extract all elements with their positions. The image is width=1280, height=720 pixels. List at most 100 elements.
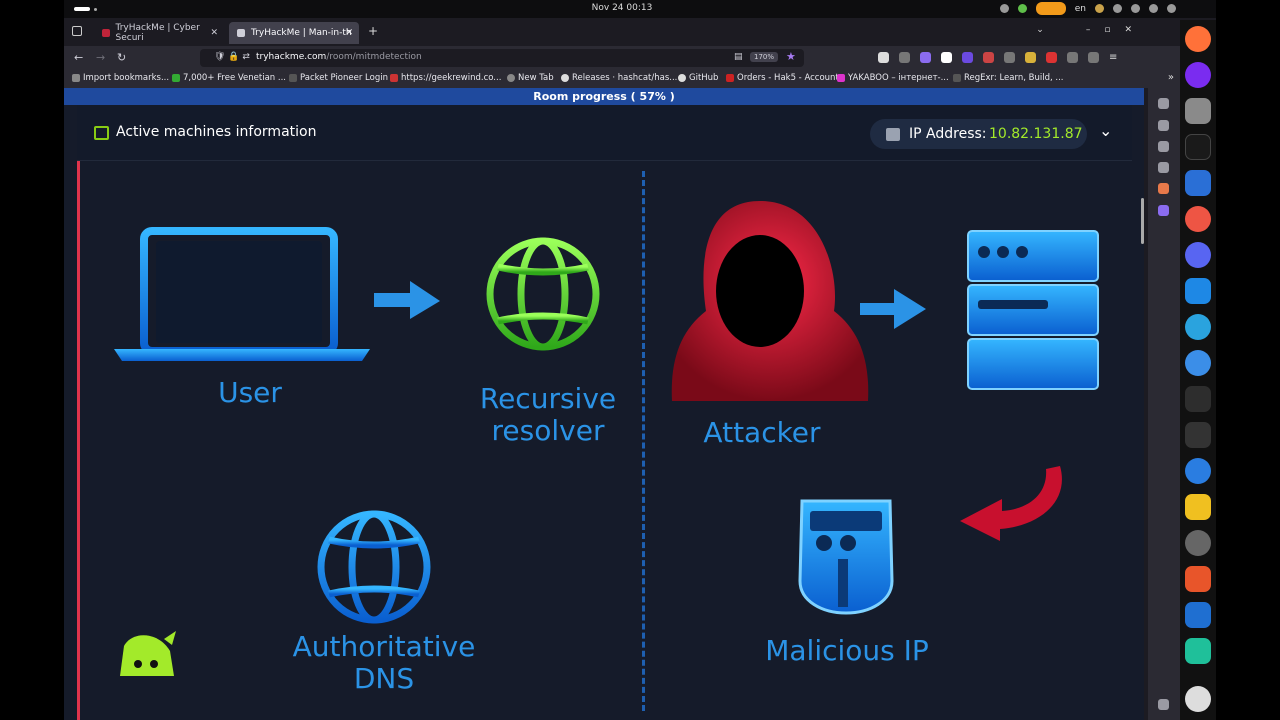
wireshark-icon[interactable] xyxy=(1185,602,1211,628)
shield-tray-icon[interactable] xyxy=(1017,4,1027,13)
globe-icon-green xyxy=(486,237,600,351)
telegram-icon[interactable] xyxy=(1185,314,1211,340)
label-user: User xyxy=(218,376,282,409)
bookmark-item[interactable]: RegExr: Learn, Build, ... xyxy=(953,73,1063,83)
chrome-tray-icon[interactable] xyxy=(999,4,1009,13)
minimize-icon[interactable]: – xyxy=(1086,25,1091,35)
bookmark-item[interactable]: https://geekrewind.co... xyxy=(390,73,501,83)
files-icon[interactable] xyxy=(1185,98,1211,124)
ip-address-pill[interactable]: IP Address: 10.82.131.87 xyxy=(870,119,1087,149)
chrome-icon[interactable] xyxy=(1185,206,1211,232)
globe-icon-blue xyxy=(317,510,431,624)
close-tab-icon[interactable]: ✕ xyxy=(345,28,353,38)
clock-app-icon[interactable] xyxy=(1185,530,1211,556)
tab-list-chevron-icon[interactable]: ⌄ xyxy=(1036,25,1044,35)
extension-dash-icon[interactable] xyxy=(1004,52,1015,63)
extension-red-icon[interactable] xyxy=(1046,52,1057,63)
sidebar-bookmarks-icon[interactable] xyxy=(1158,162,1169,173)
extension-gray-icon[interactable] xyxy=(1067,52,1078,63)
browser-sidebar xyxy=(1148,88,1180,720)
volume-icon[interactable] xyxy=(1149,4,1158,13)
sidebar-clock-icon[interactable] xyxy=(1158,141,1169,152)
url-text[interactable]: tryhackme.com/room/mitmdetection xyxy=(256,52,422,62)
address-bar[interactable]: 🛡 🔒 ⇄ tryhackme.com/room/mitmdetection ▤… xyxy=(200,49,804,67)
firefox-icon[interactable] xyxy=(1185,26,1211,52)
discord-icon[interactable] xyxy=(1185,242,1211,268)
chevron-down-icon[interactable]: ⌄ xyxy=(1099,121,1112,140)
zoom-level[interactable]: 170% xyxy=(750,52,779,62)
reload-icon[interactable]: ↻ xyxy=(117,51,126,64)
keyboard-language[interactable]: en xyxy=(1075,4,1086,14)
bookmark-item[interactable]: Releases · hashcat/has... xyxy=(561,73,677,83)
bookmark-label: RegExr: Learn, Build, ... xyxy=(964,73,1064,83)
tor-browser-icon[interactable] xyxy=(1185,62,1211,88)
bookmark-item[interactable]: YAKABOO – інтернет-... xyxy=(837,73,949,83)
arrow-right-icon xyxy=(374,281,440,319)
sidebar-settings-icon[interactable] xyxy=(1158,699,1169,710)
electron-app-icon[interactable] xyxy=(1185,638,1211,664)
browser-tab-strip: TryHackMe | Cyber Securi ✕ TryHackMe | M… xyxy=(64,20,1180,44)
tab-tryhackme-mitm[interactable]: TryHackMe | Man-in-th ✕ xyxy=(229,22,359,44)
label-attacker: Attacker xyxy=(703,416,821,449)
globe-icon xyxy=(507,74,515,82)
bookmark-label: New Tab xyxy=(518,73,554,83)
ip-label: IP Address: xyxy=(909,126,987,142)
extension-lock-icon[interactable] xyxy=(983,52,994,63)
battery-icon[interactable] xyxy=(1167,4,1176,13)
bookmarks-overflow-icon[interactable]: » xyxy=(1168,72,1174,83)
thunderbird-icon[interactable] xyxy=(1185,458,1211,484)
sidebar-gear-icon[interactable] xyxy=(1158,98,1169,109)
extension-vpn-icon[interactable] xyxy=(962,52,973,63)
back-arrow-icon[interactable]: ← xyxy=(74,51,83,64)
bookmark-item[interactable]: Import bookmarks... xyxy=(72,73,169,83)
recording-indicator-icon[interactable] xyxy=(1035,2,1066,15)
extension-purple-icon[interactable] xyxy=(920,52,931,63)
bookmark-item[interactable]: GitHub xyxy=(678,73,718,83)
ip-value[interactable]: 10.82.131.87 xyxy=(989,126,1083,142)
extension-m-icon[interactable] xyxy=(878,52,889,63)
tradingview-icon[interactable] xyxy=(1185,134,1211,160)
window-controls: ⌄ – ▫ ✕ xyxy=(1036,25,1132,35)
bookmark-item[interactable]: Packet Pioneer Login xyxy=(289,73,388,83)
terminal-icon[interactable] xyxy=(1185,386,1211,412)
arrow-right-icon xyxy=(860,289,926,329)
close-tab-icon[interactable]: ✕ xyxy=(210,28,218,38)
vscode-icon[interactable] xyxy=(1185,278,1211,304)
app-menu-icon[interactable]: ≡ xyxy=(1109,52,1117,63)
reader-view-icon[interactable]: ▤ xyxy=(734,52,743,62)
rhythmbox-icon[interactable] xyxy=(1185,494,1211,520)
microphone-icon[interactable] xyxy=(1095,4,1104,13)
new-tab-icon[interactable]: + xyxy=(368,24,378,38)
application-dock xyxy=(1180,20,1216,720)
sidebar-ai-icon[interactable] xyxy=(1158,205,1169,216)
bluetooth-icon[interactable] xyxy=(1113,4,1122,13)
writer-icon[interactable] xyxy=(1185,170,1211,196)
tab-overview-icon[interactable] xyxy=(72,26,82,36)
site-security-icons[interactable]: 🛡 🔒 ⇄ xyxy=(214,52,250,62)
ubuntu-apps-icon[interactable] xyxy=(1185,686,1211,712)
extension-yellow-icon[interactable] xyxy=(1025,52,1036,63)
bookmark-item[interactable]: New Tab xyxy=(507,73,554,83)
bookmark-star-icon[interactable]: ★ xyxy=(786,50,796,63)
gimp-icon[interactable] xyxy=(1185,422,1211,448)
audio-favicon-icon xyxy=(237,29,245,37)
wifi-icon[interactable] xyxy=(1131,4,1140,13)
bookmark-item[interactable]: Orders - Hak5 - Account xyxy=(726,73,839,83)
page-scrollbar[interactable] xyxy=(1141,198,1144,244)
system-top-bar: Nov 24 00:13 en xyxy=(64,0,1216,18)
sidebar-extension-icon[interactable] xyxy=(1158,183,1169,194)
extension-box-icon[interactable] xyxy=(1088,52,1099,63)
app-center-icon[interactable] xyxy=(1185,566,1211,592)
dashed-divider xyxy=(642,171,645,711)
bookmark-item[interactable]: 7,000+ Free Venetian ... xyxy=(172,73,286,83)
close-window-icon[interactable]: ✕ xyxy=(1124,25,1132,35)
sidebar-history-icon[interactable] xyxy=(1158,120,1169,131)
sidebar-toggle-icon[interactable] xyxy=(941,52,952,63)
forward-arrow-icon[interactable]: → xyxy=(96,51,105,64)
extension-puzzle-icon[interactable] xyxy=(899,52,910,63)
page-content: Room progress ( 57% ) Active machines in… xyxy=(64,88,1144,720)
help-icon[interactable] xyxy=(1185,350,1211,376)
maximize-icon[interactable]: ▫ xyxy=(1104,25,1110,35)
tab-tryhackme-cyber[interactable]: TryHackMe | Cyber Securi ✕ xyxy=(94,22,224,44)
label-authoritative-2: DNS xyxy=(353,662,415,695)
